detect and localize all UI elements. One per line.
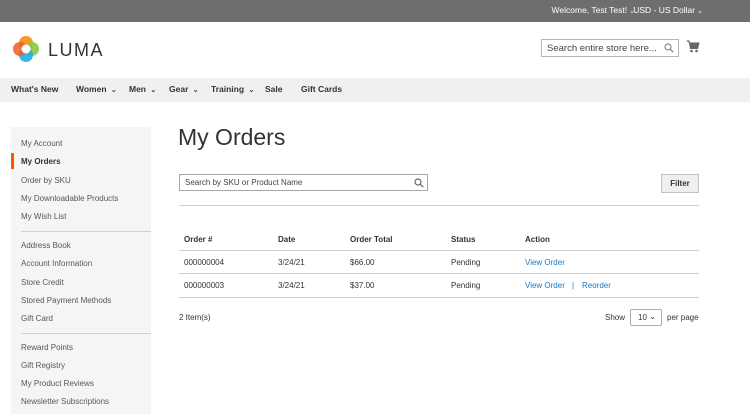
order-number: 000000004 (184, 258, 225, 267)
nav-item-gift-cards[interactable]: Gift Cards (301, 84, 342, 94)
sidebar-item-newsletter-subscriptions[interactable]: Newsletter Subscriptions (21, 397, 109, 406)
chevron-down-icon: ⌄ (697, 8, 703, 15)
main-nav: What's New Women ⌄ Men ⌄ Gear ⌄ Training… (0, 78, 750, 102)
chevron-down-icon: ⌄ (150, 87, 157, 94)
sidebar-divider (21, 333, 151, 334)
order-search-input[interactable]: Search by SKU or Product Name (179, 174, 428, 191)
order-date: 3/24/21 (278, 281, 305, 290)
sidebar-divider (21, 231, 151, 232)
chevron-down-icon: ⌄ (649, 312, 656, 321)
per-page-label: per page (667, 313, 699, 322)
sidebar-item-account-information[interactable]: Account Information (21, 259, 92, 268)
filter-button[interactable]: Filter (661, 174, 699, 193)
sidebar-item-downloadable-products[interactable]: My Downloadable Products (21, 194, 118, 203)
sidebar-item-address-book[interactable]: Address Book (21, 241, 71, 250)
sidebar-item-order-by-sku[interactable]: Order by SKU (21, 176, 71, 185)
search-input[interactable]: Search entire store here... (541, 39, 679, 57)
chevron-down-icon: ⌄ (110, 87, 117, 94)
sidebar-item-store-credit[interactable]: Store Credit (21, 278, 64, 287)
view-order-link[interactable]: View Order (525, 281, 565, 290)
column-header-date: Date (278, 235, 296, 244)
divider (179, 205, 699, 206)
welcome-text: Welcome, Test Test! (551, 5, 628, 15)
order-search-placeholder: Search by SKU or Product Name (185, 178, 303, 187)
active-indicator (11, 153, 14, 169)
nav-item-training[interactable]: Training ⌄ (211, 84, 254, 94)
action-separator: | (572, 281, 575, 290)
chevron-down-icon: ⌄ (248, 87, 255, 94)
column-header-status: Status (451, 235, 476, 244)
order-total: $66.00 (350, 258, 375, 267)
sidebar-item-reward-points[interactable]: Reward Points (21, 343, 73, 352)
sidebar-item-my-account[interactable]: My Account (21, 139, 62, 148)
account-sidebar: My Account My Orders Order by SKU My Dow… (11, 127, 151, 414)
order-status: Pending (451, 281, 481, 290)
luma-logo-icon[interactable] (12, 35, 40, 63)
search-icon[interactable] (414, 178, 424, 188)
per-page-select[interactable]: 10 ⌄ (630, 309, 662, 326)
nav-item-men[interactable]: Men ⌄ (129, 84, 156, 94)
sidebar-item-my-orders: My Orders (21, 157, 61, 166)
table-row-divider (179, 273, 699, 274)
welcome-menu[interactable]: Welcome, Test Test! ⌄ (552, 5, 635, 15)
chevron-down-icon: ⌄ (192, 87, 199, 94)
sidebar-item-stored-payment-methods[interactable]: Stored Payment Methods (21, 296, 111, 305)
sidebar-item-gift-registry[interactable]: Gift Registry (21, 361, 65, 370)
currency-switcher[interactable]: USD - US Dollar ⌄ (633, 5, 703, 15)
sidebar-item-product-reviews[interactable]: My Product Reviews (21, 379, 94, 388)
reorder-link[interactable]: Reorder (582, 281, 611, 290)
page-title: My Orders (178, 124, 286, 150)
view-order-link[interactable]: View Order (525, 258, 565, 267)
search-placeholder: Search entire store here... (547, 43, 657, 54)
order-number: 000000003 (184, 281, 225, 290)
order-total: $37.00 (350, 281, 375, 290)
per-page-value: 10 (638, 313, 647, 322)
column-header-action: Action (525, 235, 550, 244)
top-bar: Welcome, Test Test! ⌄ USD - US Dollar ⌄ (0, 0, 750, 22)
table-bottom-divider (179, 297, 699, 298)
sidebar-item-gift-card[interactable]: Gift Card (21, 314, 53, 323)
table-header-divider (179, 250, 699, 251)
show-label: Show (605, 313, 626, 322)
column-header-total: Order Total (350, 235, 393, 244)
order-date: 3/24/21 (278, 258, 305, 267)
currency-text: USD - US Dollar (633, 5, 696, 15)
logo-text[interactable]: LUMA (48, 40, 104, 61)
nav-item-sale[interactable]: Sale (265, 84, 283, 94)
search-icon[interactable] (664, 43, 674, 53)
column-header-order: Order # (184, 235, 213, 244)
items-count: 2 Item(s) (179, 313, 211, 322)
order-status: Pending (451, 258, 481, 267)
cart-icon[interactable] (686, 40, 700, 53)
nav-item-whats-new[interactable]: What's New (11, 84, 58, 94)
nav-item-gear[interactable]: Gear ⌄ (169, 84, 199, 94)
sidebar-item-wish-list[interactable]: My Wish List (21, 212, 66, 221)
nav-item-women[interactable]: Women ⌄ (76, 84, 117, 94)
